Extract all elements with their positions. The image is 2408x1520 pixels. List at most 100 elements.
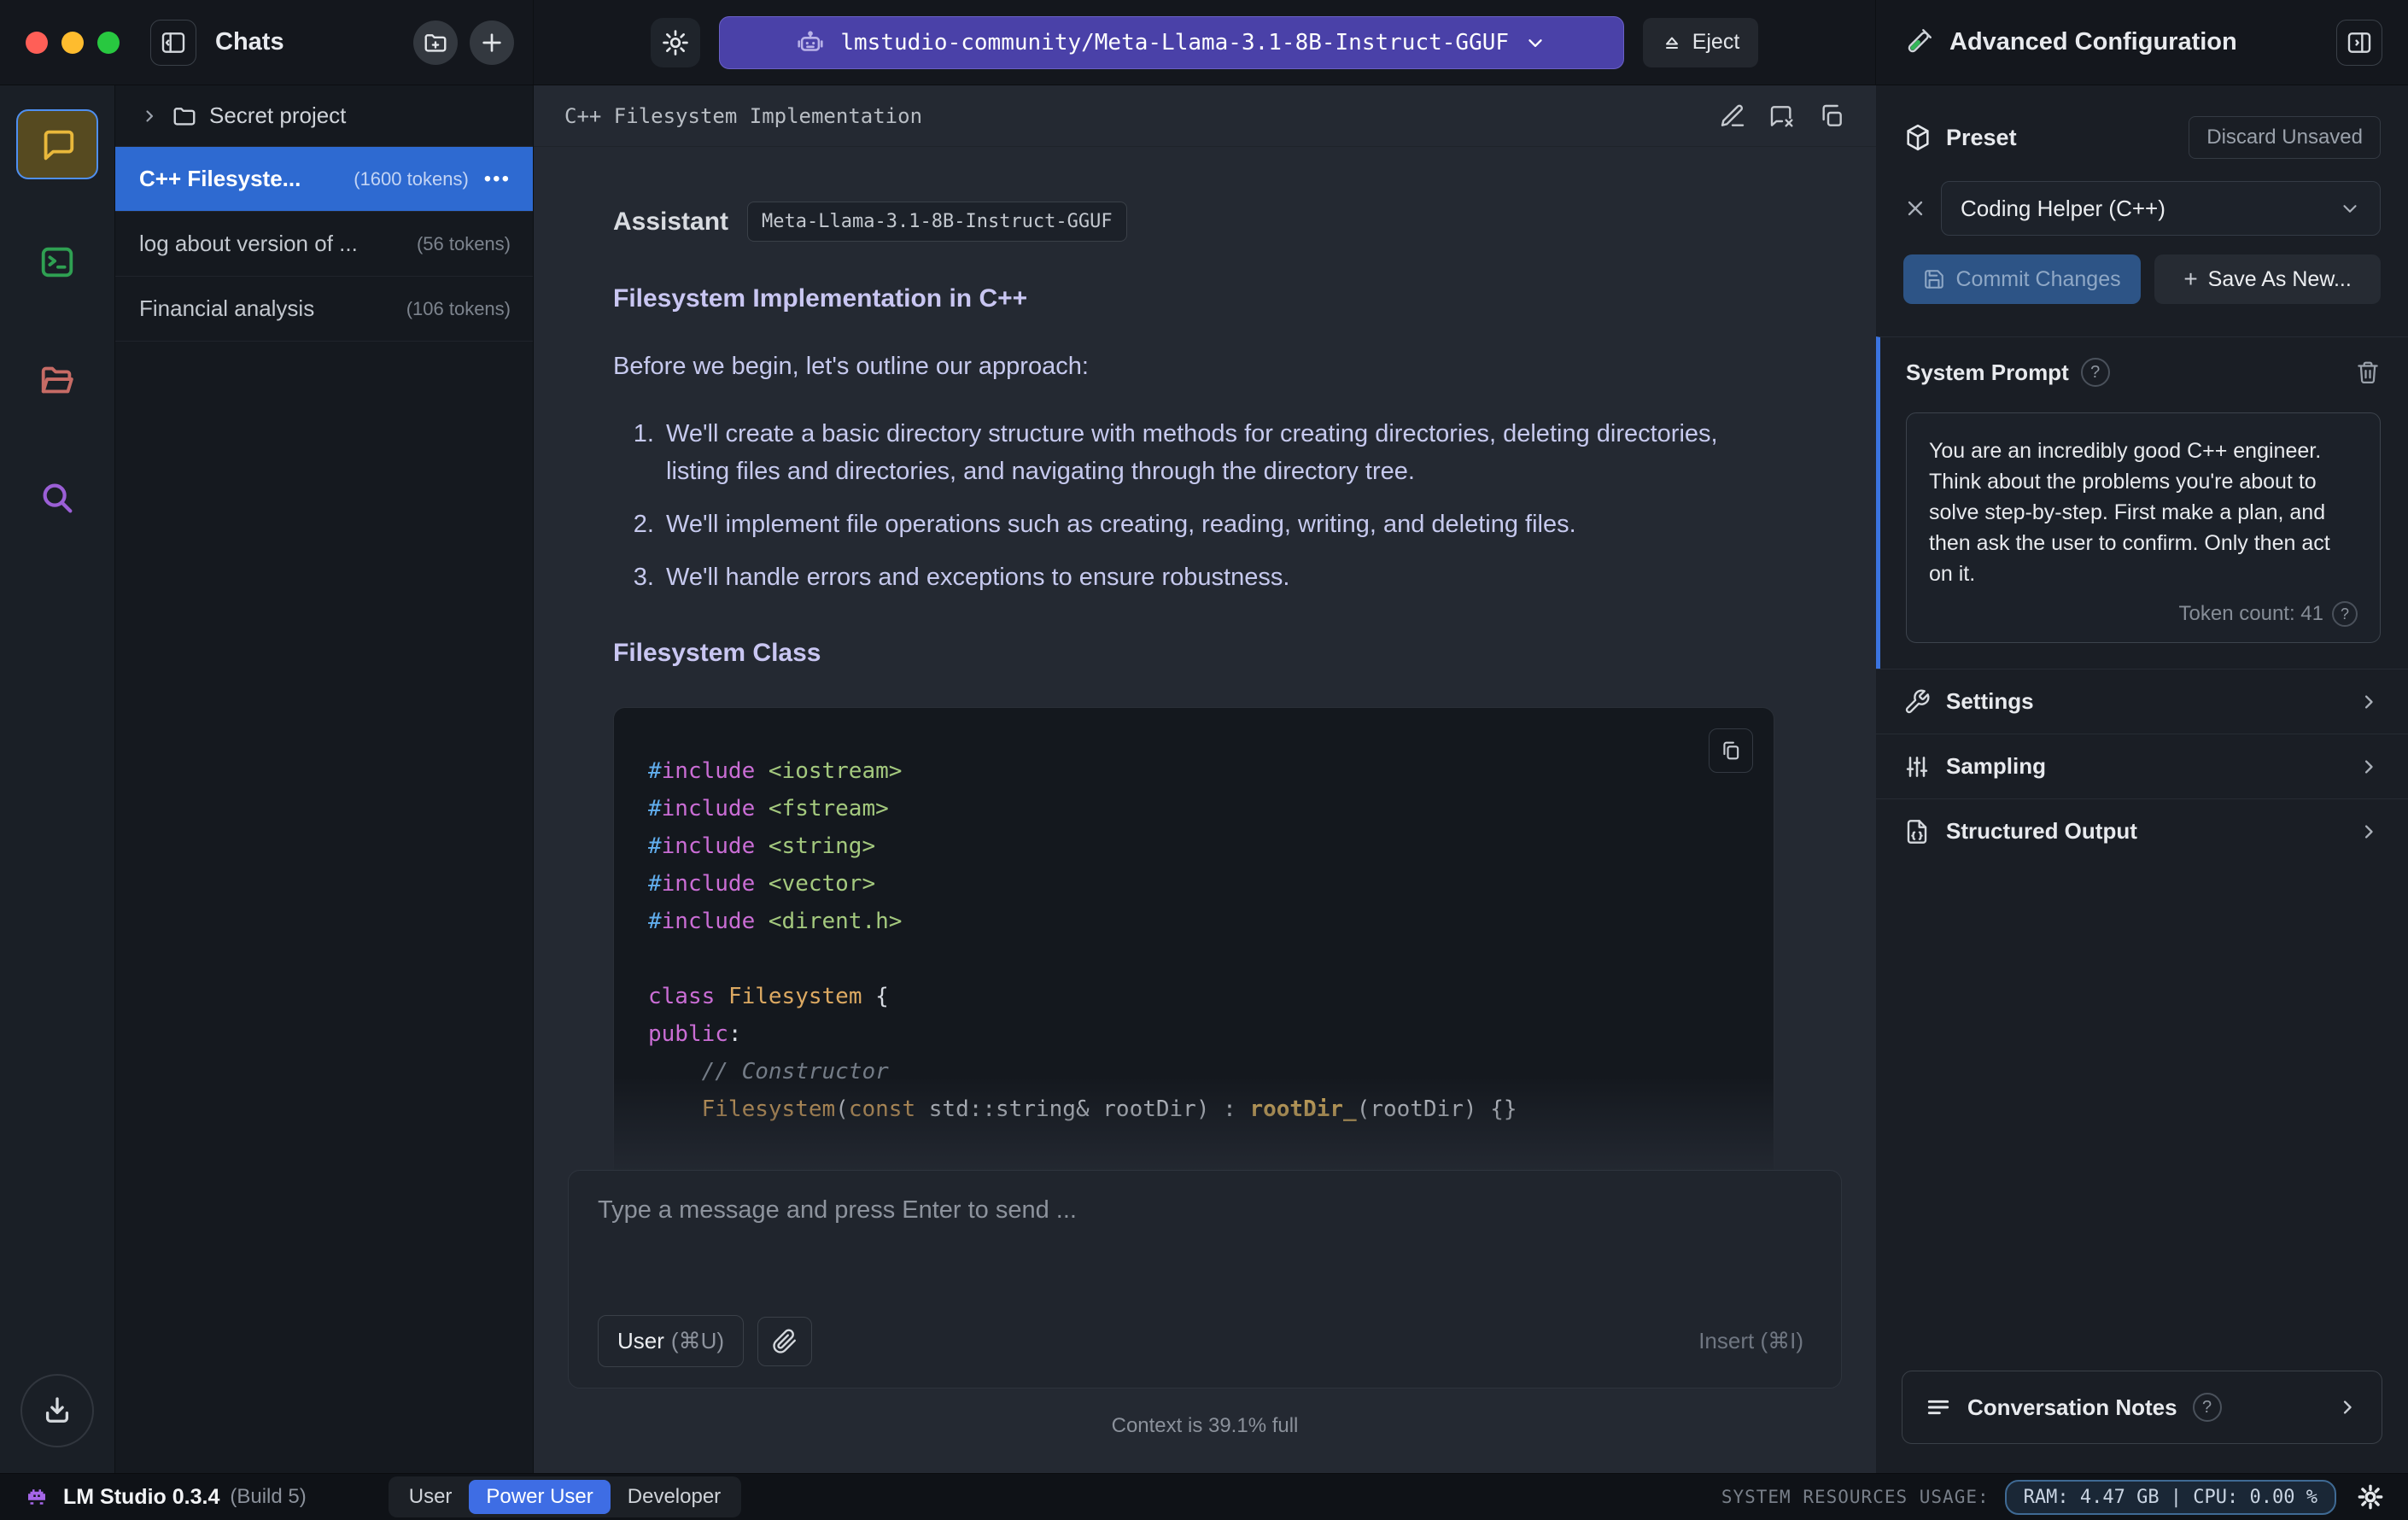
chat-list-item[interactable]: Financial analysis (106 tokens) <box>115 277 533 342</box>
eject-label: Eject <box>1692 30 1740 54</box>
message-heading-1: Filesystem Implementation in C++ <box>613 284 1028 313</box>
notes-lines-icon <box>1925 1394 1952 1421</box>
section-structured-output[interactable]: Structured Output <box>1876 798 2408 863</box>
preset-selected-value: Coding Helper (C++) <box>1961 195 2165 221</box>
lm-studio-logo-icon <box>24 1484 50 1510</box>
paperclip-icon <box>772 1329 798 1354</box>
nav-my-models-button[interactable] <box>16 345 98 415</box>
trash-icon[interactable] <box>2355 360 2381 385</box>
conversation-title: C++ Filesystem Implementation <box>564 103 923 128</box>
assistant-message: Filesystem Implementation in C++ Before … <box>613 284 1774 1170</box>
commit-changes-button[interactable]: Commit Changes <box>1903 254 2142 304</box>
loaded-model-selector[interactable]: lmstudio-community/Meta-Llama-3.1-8B-Ins… <box>718 15 1624 69</box>
chevron-down-icon <box>2339 197 2361 219</box>
chat-list-item[interactable]: C++ Filesyste... (1600 tokens) ••• <box>115 147 533 212</box>
top-bar: Chats lmstudio-community/Meta-Llama-3.1-… <box>0 0 2408 85</box>
chat-title-bar: C++ Filesystem Implementation <box>534 85 1876 147</box>
wrench-icon <box>1903 688 1931 716</box>
advanced-config-panel: Preset Discard Unsaved Coding Helper (C+… <box>1876 85 2408 1473</box>
clear-preset-button[interactable] <box>1903 196 1927 220</box>
sliders-icon <box>1903 753 1931 780</box>
chevron-right-icon <box>2357 755 2381 779</box>
close-window-button[interactable] <box>26 31 48 54</box>
eject-icon <box>1662 32 1682 53</box>
commit-changes-label: Commit Changes <box>1955 266 2121 291</box>
role-label: User <box>617 1328 664 1353</box>
section-sampling[interactable]: Sampling <box>1876 734 2408 798</box>
tier-user[interactable]: User <box>392 1480 470 1514</box>
save-as-new-button[interactable]: + Save As New... <box>2154 254 2381 304</box>
status-bar: LM Studio 0.3.4 (Build 5) User Power Use… <box>0 1473 2408 1520</box>
nav-discover-button[interactable] <box>16 463 98 533</box>
toggle-right-panel-button[interactable] <box>2336 19 2382 66</box>
user-tier-switcher: User Power User Developer <box>388 1476 742 1517</box>
new-folder-button[interactable] <box>413 20 458 65</box>
insert-button[interactable]: Insert (⌘I) <box>1690 1316 1812 1366</box>
discard-unsaved-button[interactable]: Discard Unsaved <box>2189 116 2381 159</box>
preset-section-title: Preset <box>1946 124 2017 150</box>
chat-item-menu-button[interactable]: ••• <box>484 167 511 191</box>
duplicate-icon[interactable] <box>1818 102 1845 130</box>
chat-bubble-icon <box>38 125 77 164</box>
help-icon[interactable]: ? <box>2332 601 2358 627</box>
system-prompt-text[interactable]: You are an incredibly good C++ engineer.… <box>1929 436 2358 589</box>
attach-file-button[interactable] <box>757 1316 812 1366</box>
system-prompt-box: You are an incredibly good C++ engineer.… <box>1906 412 2381 643</box>
section-label: Structured Output <box>1946 818 2137 844</box>
system-prompt-section: System Prompt ? You are an incredibly go… <box>1876 336 2408 669</box>
copy-code-button[interactable] <box>1709 728 1753 773</box>
section-label: Settings <box>1946 688 2034 714</box>
app-version-label: LM Studio 0.3.4 <box>63 1484 220 1509</box>
left-icon-rail <box>0 85 115 1473</box>
nav-developer-button[interactable] <box>16 227 98 297</box>
eject-model-button[interactable]: Eject <box>1642 17 1759 67</box>
chevron-right-icon <box>139 106 160 126</box>
toggle-sidebar-button[interactable] <box>150 19 196 66</box>
chevron-right-icon <box>2335 1395 2359 1419</box>
search-icon <box>38 478 77 517</box>
conversation-notes-button[interactable]: Conversation Notes ? <box>1902 1371 2382 1444</box>
panel-right-icon <box>2346 29 2373 56</box>
assistant-label: Assistant <box>613 207 729 236</box>
clear-chat-icon[interactable] <box>1768 102 1796 130</box>
robot-icon <box>796 28 825 57</box>
minimize-window-button[interactable] <box>61 31 84 54</box>
help-icon[interactable]: ? <box>2080 358 2110 387</box>
chat-list-item[interactable]: log about version of ... (56 tokens) <box>115 212 533 277</box>
chevron-right-icon <box>2357 820 2381 844</box>
chat-folder-secret-project[interactable]: Secret project <box>115 85 533 147</box>
zoom-window-button[interactable] <box>97 31 120 54</box>
tier-power-user[interactable]: Power User <box>469 1480 611 1514</box>
nav-chat-button[interactable] <box>16 109 98 179</box>
quill-icon[interactable] <box>1719 102 1746 130</box>
context-usage-status: Context is 39.1% full <box>1111 1414 1299 1437</box>
code-content: #include <iostream> #include <fstream> #in… <box>648 758 1517 1122</box>
loaded-model-name: lmstudio-community/Meta-Llama-3.1-8B-Ins… <box>840 29 1510 56</box>
message-scroll-area[interactable]: Assistant Meta-Llama-3.1-8B-Instruct-GGU… <box>534 147 1876 1170</box>
tier-developer[interactable]: Developer <box>611 1480 738 1514</box>
downloads-button[interactable] <box>20 1374 94 1447</box>
new-chat-button[interactable] <box>470 20 514 65</box>
advanced-config-title: Advanced Configuration <box>1949 28 2237 56</box>
message-input[interactable] <box>598 1196 1812 1315</box>
code-block: #include <iostream> #include <fstream> #in… <box>613 707 1774 1170</box>
chat-title: Financial analysis <box>139 295 315 321</box>
model-settings-button[interactable] <box>650 17 700 67</box>
preset-select[interactable]: Coding Helper (C++) <box>1941 181 2381 236</box>
system-prompt-title: System Prompt <box>1906 359 2069 385</box>
top-bar-left: Chats <box>0 0 534 85</box>
chat-token-count: (1600 tokens) <box>354 167 469 190</box>
package-icon <box>1903 123 1932 152</box>
resources-usage-value[interactable]: RAM: 4.47 GB | CPU: 0.00 % <box>2004 1479 2336 1515</box>
role-selector-button[interactable]: User (⌘U) <box>598 1315 744 1367</box>
chat-token-count: (106 tokens) <box>406 297 511 319</box>
help-icon[interactable]: ? <box>2192 1393 2222 1422</box>
chat-token-count: (56 tokens) <box>416 232 511 254</box>
chevron-right-icon <box>2357 690 2381 714</box>
gear-icon[interactable] <box>2357 1483 2384 1511</box>
resources-usage-label: SYSTEM RESOURCES USAGE: <box>1721 1487 1990 1507</box>
approach-list: We'll create a basic directory structure… <box>661 415 1774 596</box>
section-settings[interactable]: Settings <box>1876 669 2408 734</box>
folder-icon <box>172 103 197 129</box>
section-label: Sampling <box>1946 753 2047 779</box>
